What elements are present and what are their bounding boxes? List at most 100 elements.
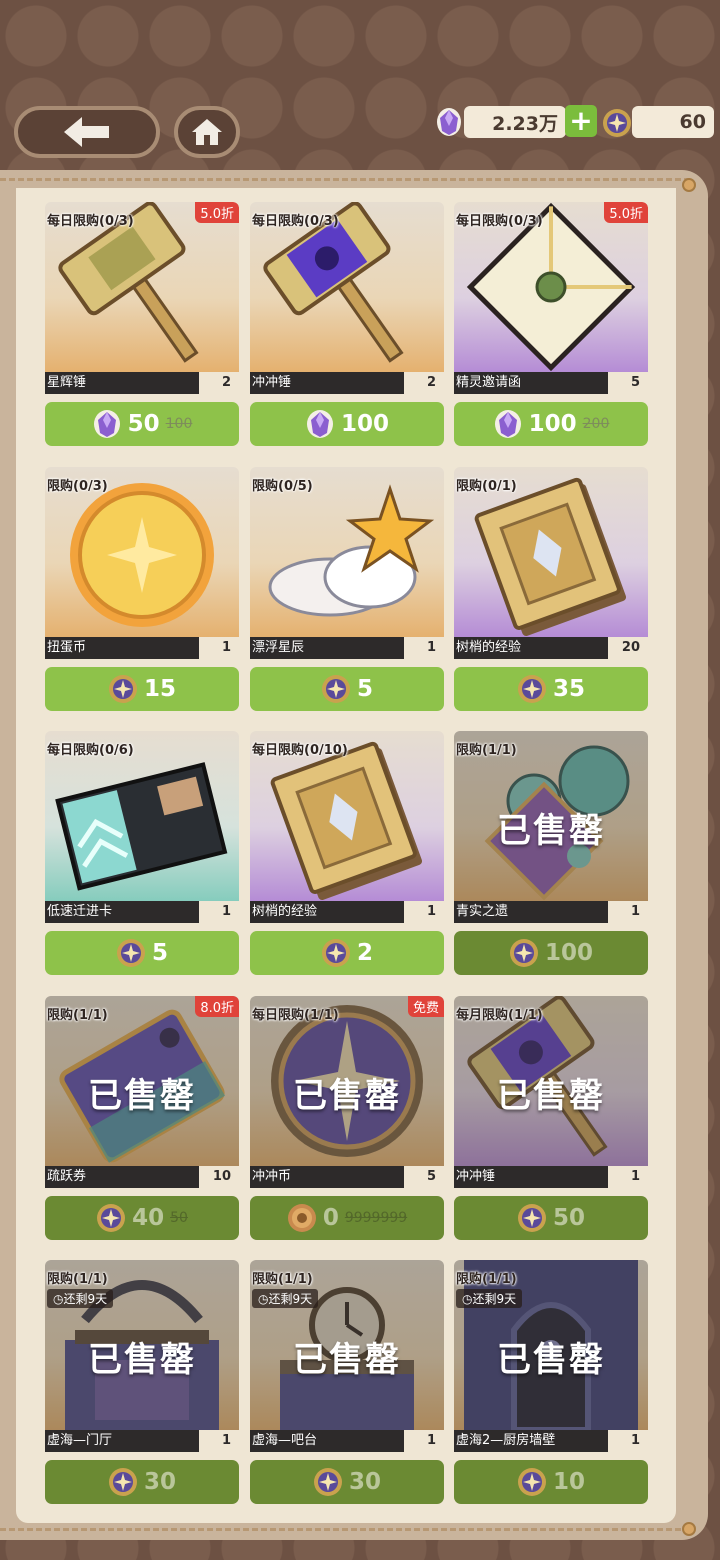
price-value: 50 [552,1205,585,1231]
buy-button[interactable]: 30 [45,1460,239,1504]
purchase-limit: 限购(1/1) [456,1272,517,1287]
shop-item-card[interactable]: 限购(0/3) 扭蛋币 1 15 [45,467,239,711]
item-name: 精灵邀请函 [454,372,608,394]
purchase-limit: 限购(1/1) [47,1008,108,1023]
price-value: 10 [552,1469,585,1495]
item-name-bar: 虚海—门厅 1 [45,1430,239,1452]
item-name-bar: 树梢的经验 20 [454,637,648,659]
item-quantity: 1 [199,1430,239,1452]
purchase-limit: 每月限购(1/1) [456,1008,543,1023]
gem-icon [494,410,521,438]
coin-icon [321,675,350,703]
shop-item-card[interactable]: 每日限购(0/3) 5.0折 星辉锤 2 50 100 [45,202,239,446]
home-button[interactable] [174,106,240,158]
coins-amount: 60 [632,106,714,138]
buy-button[interactable]: 10 [454,1460,648,1504]
buy-button[interactable]: 5 [45,931,239,975]
buy-button[interactable]: 15 [45,667,239,711]
price-value: 40 [132,1205,165,1231]
top-bar: 2.23万 + 60 [0,0,720,175]
buy-button[interactable]: 35 [454,667,648,711]
price-value: 5 [151,940,168,966]
time-remaining-text: 还剩9天 [472,1292,517,1306]
buy-button[interactable]: 50 [454,1196,648,1240]
price-value: 0 [322,1205,339,1231]
item-name-bar: 虚海2—厨房墙壁 1 [454,1430,648,1452]
item-name-bar: 低速迁进卡 1 [45,901,239,923]
coin-icon [97,1204,126,1232]
item-image-room-bar: 限购(1/1) ◷还剩9天 已售罄 虚海—吧台 1 [250,1260,444,1452]
buy-button[interactable]: 50 100 [45,402,239,446]
item-quantity: 1 [608,1166,648,1188]
purchase-limit: 限购(1/1) [456,743,517,758]
item-quantity: 20 [608,637,648,659]
shop-item-card[interactable]: 限购(1/1) 8.0折 已售罄 疏跃券 10 40 50 [45,996,239,1240]
shop-item-card[interactable]: 限购(1/1) 已售罄 青实之遗 1 100 [454,731,648,975]
discount-badge: 5.0折 [604,202,648,223]
item-quantity: 1 [199,637,239,659]
price-value: 100 [340,411,389,437]
time-remaining: ◷还剩9天 [456,1289,523,1308]
coin-icon [321,939,350,967]
purchase-limit: 限购(0/3) [47,479,108,494]
buy-button[interactable]: 5 [250,667,444,711]
shop-item-card[interactable]: 每日限购(0/3) 冲冲锤 2 100 [250,202,444,446]
buy-button[interactable]: 0 9999999 [250,1196,444,1240]
item-quantity: 2 [199,372,239,394]
item-image-hammer-gold: 每日限购(0/3) 5.0折 星辉锤 2 [45,202,239,394]
shop-item-card[interactable]: 限购(0/1) 树梢的经验 20 35 [454,467,648,711]
item-image-badge: 每日限购(1/1) 免费 已售罄 冲冲币 5 [250,996,444,1188]
buy-button[interactable]: 100 200 [454,402,648,446]
item-quantity: 2 [404,372,444,394]
shop-item-card[interactable]: 限购(1/1) ◷还剩9天 已售罄 虚海—门厅 1 30 [45,1260,239,1504]
item-name-bar: 冲冲锤 2 [250,372,444,394]
price-value: 30 [348,1469,381,1495]
coin-icon [108,675,137,703]
purchase-limit: 每日限购(0/3) [456,214,543,229]
sold-out-label: 已售罄 [88,1340,196,1380]
item-name: 扭蛋币 [45,637,199,659]
buy-button[interactable]: 30 [250,1460,444,1504]
item-image-book: 限购(0/1) 树梢的经验 20 [454,467,648,659]
shop-item-card[interactable]: 每日限购(0/3) 5.0折 精灵邀请函 5 100 200 [454,202,648,446]
sold-out-label: 已售罄 [497,1340,605,1380]
purchase-limit: 每日限购(1/1) [252,1008,339,1023]
item-name: 低速迁进卡 [45,901,199,923]
gem-icon [93,410,120,438]
purchase-limit: 限购(1/1) [47,1272,108,1287]
original-price: 9999999 [344,1210,408,1226]
discount-badge: 8.0折 [195,996,239,1017]
sold-out-label: 已售罄 [497,1076,605,1116]
purchase-limit: 每日限购(0/6) [47,743,134,758]
shop-item-card[interactable]: 限购(0/5) 漂浮星辰 1 5 [250,467,444,711]
shop-item-card[interactable]: 每日限购(0/6) 低速迁进卡 1 5 [45,731,239,975]
add-gems-button[interactable]: + [565,105,597,137]
item-name-bar: 扭蛋币 1 [45,637,239,659]
gem-icon [306,410,333,438]
purchase-limit: 限购(0/1) [456,479,517,494]
coin-icon [517,675,546,703]
buy-button[interactable]: 100 [250,402,444,446]
buy-button[interactable]: 40 50 [45,1196,239,1240]
shop-item-card[interactable]: 每日限购(0/10) 树梢的经验 1 2 [250,731,444,975]
time-remaining-text: 还剩9天 [268,1292,313,1306]
item-image-hammer-purple: 每月限购(1/1) 已售罄 冲冲锤 1 [454,996,648,1188]
buy-button[interactable]: 100 [454,931,648,975]
item-name: 疏跃券 [45,1166,199,1188]
price-value: 50 [127,411,160,437]
panel-stud [682,1522,696,1536]
item-quantity: 1 [608,901,648,923]
item-name-bar: 疏跃券 10 [45,1166,239,1188]
sold-out-label: 已售罄 [293,1340,401,1380]
item-quantity: 1 [404,637,444,659]
shop-item-card[interactable]: 限购(1/1) ◷还剩9天 已售罄 虚海—吧台 1 30 [250,1260,444,1504]
buy-button[interactable]: 2 [250,931,444,975]
item-image-card: 每日限购(0/6) 低速迁进卡 1 [45,731,239,923]
shop-item-card[interactable]: 限购(1/1) ◷还剩9天已售罄虚海2—厨房墙壁 1 10 [454,1260,648,1504]
back-button[interactable] [14,106,160,158]
item-name-bar: 星辉锤 2 [45,372,239,394]
shop-item-card[interactable]: 每月限购(1/1) 已售罄 冲冲锤 1 50 [454,996,648,1240]
sold-out-label: 已售罄 [293,1076,401,1116]
shop-item-card[interactable]: 每日限购(1/1) 免费 已售罄 冲冲币 5 0 9999999 [250,996,444,1240]
price-value: 5 [356,676,373,702]
